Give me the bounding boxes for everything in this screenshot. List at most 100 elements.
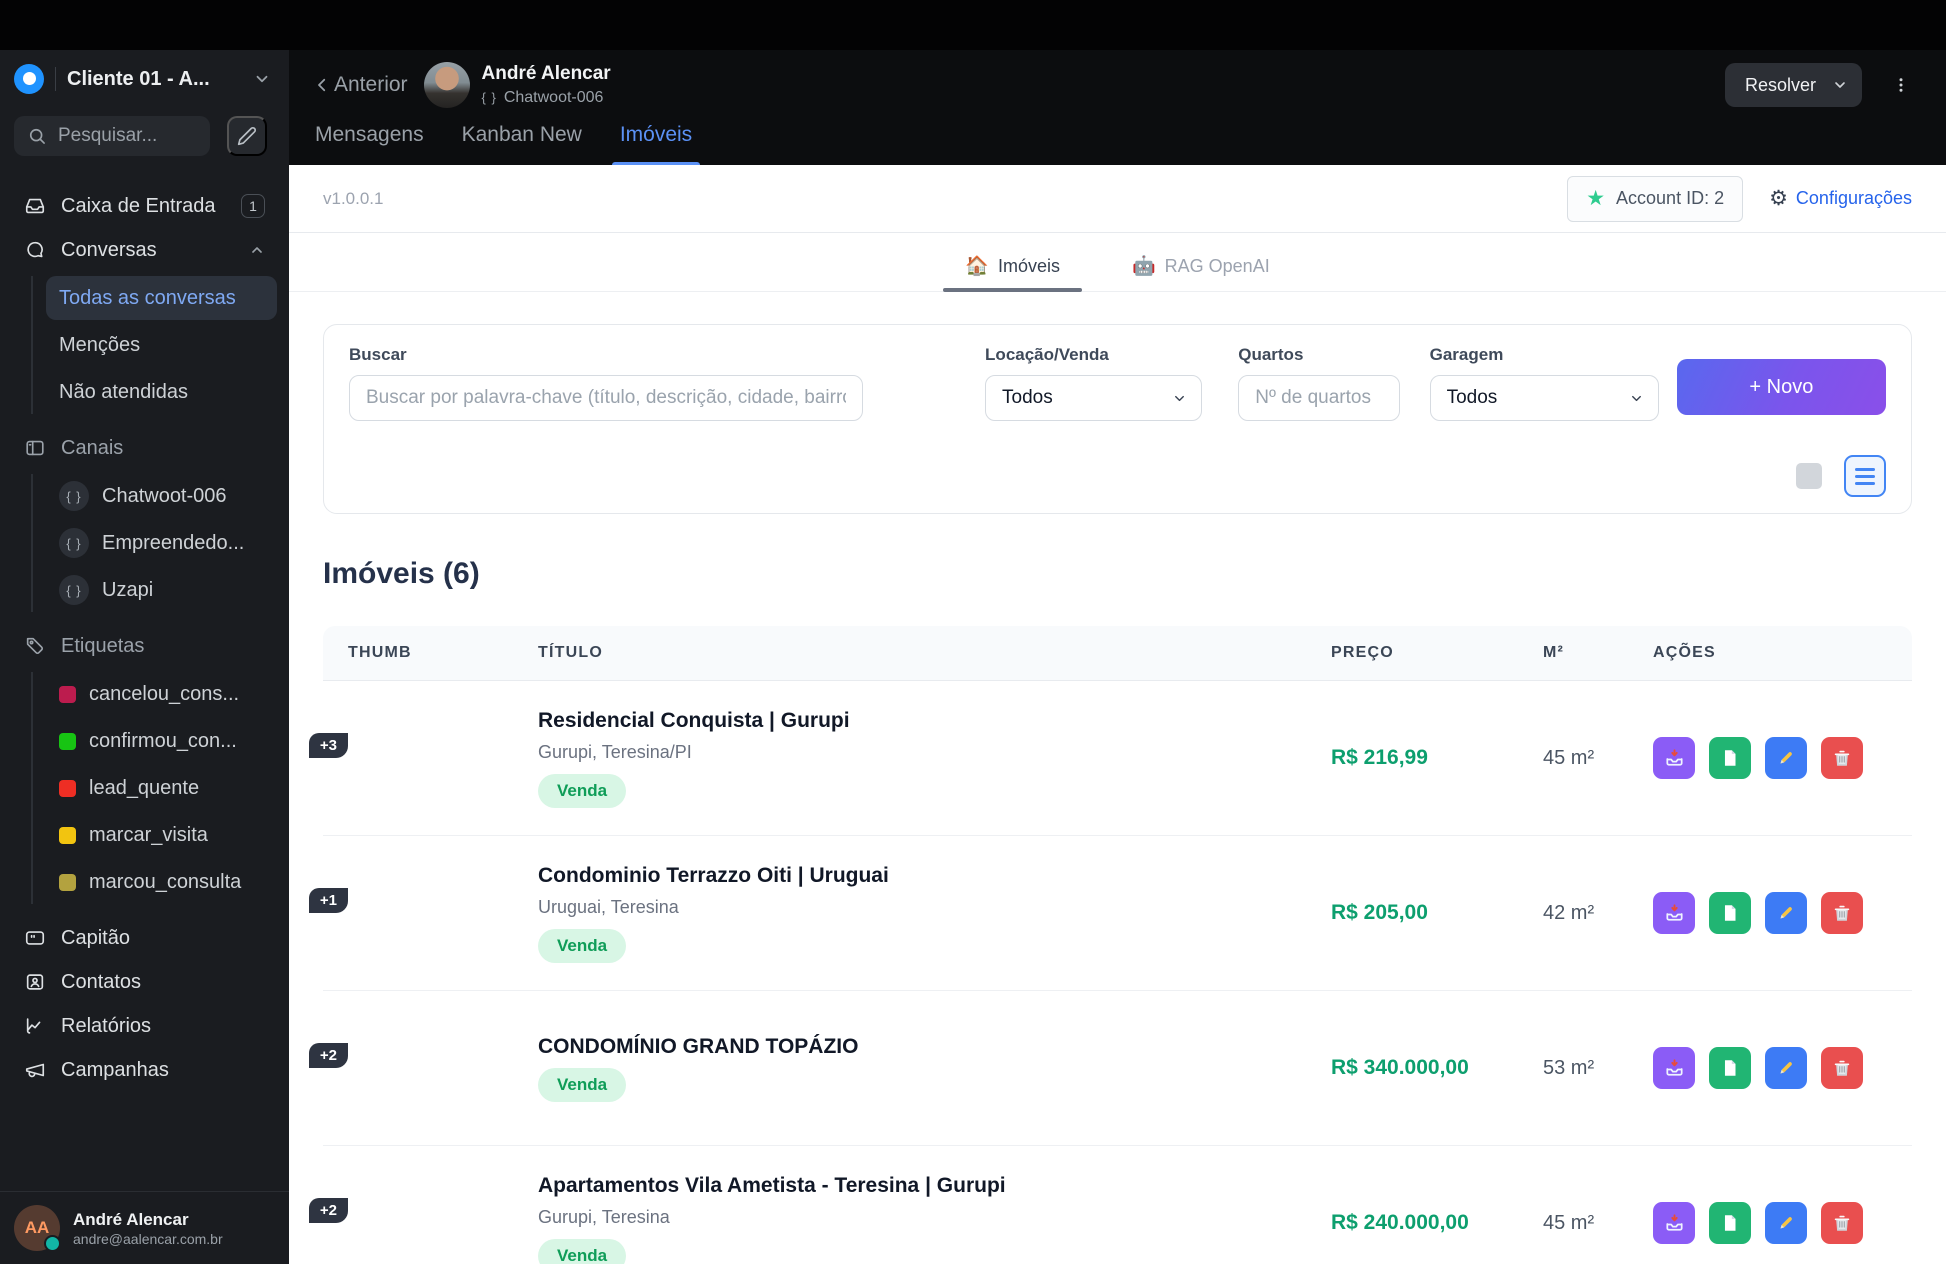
contact-card-icon xyxy=(24,971,46,993)
label-color-swatch xyxy=(59,686,76,703)
property-area: 45 m² xyxy=(1543,1212,1653,1235)
property-location: Gurupi, Teresina xyxy=(538,1207,1331,1228)
sidebar-item-contatos[interactable]: Contatos xyxy=(12,960,277,1004)
row-actions xyxy=(1653,1047,1887,1089)
row-actions xyxy=(1653,892,1887,934)
panel-tabs: 🏠 Imóveis 🤖 RAG OpenAI xyxy=(289,233,1946,292)
grid-view-button[interactable] xyxy=(1796,463,1822,489)
sidebar-item-nao-atendidas[interactable]: Não atendidas xyxy=(46,370,277,414)
panel-tab-rag-openai[interactable]: 🤖 RAG OpenAI xyxy=(1110,246,1292,291)
document-action-button[interactable] xyxy=(1709,737,1751,779)
table-row: +2 CONDOMÍNIO GRAND TOPÁZIO Venda R$ 340… xyxy=(323,991,1912,1146)
view-toggles xyxy=(349,455,1886,497)
label-color-swatch xyxy=(59,780,76,797)
sidebar-item-todas-conversas[interactable]: Todas as conversas xyxy=(46,276,277,320)
property-title: Apartamentos Vila Ametista - Teresina | … xyxy=(538,1174,1331,1198)
sidebar-section-canais[interactable]: Canais xyxy=(12,426,277,470)
compose-button[interactable] xyxy=(227,116,267,156)
pencil-icon xyxy=(237,126,257,146)
inbox-action-button[interactable] xyxy=(1653,892,1695,934)
edit-action-button[interactable] xyxy=(1765,892,1807,934)
tab-imoveis[interactable]: Imóveis xyxy=(620,120,692,165)
contact-avatar[interactable] xyxy=(424,62,470,108)
conversation-header: Anterior André Alencar { } Chatwoot-006 … xyxy=(289,50,1946,165)
row-actions xyxy=(1653,1202,1887,1244)
channel-label: Uzapi xyxy=(102,579,153,602)
chevron-down-icon xyxy=(1172,391,1187,406)
sidebar-item-capitao[interactable]: Capitão xyxy=(12,916,277,960)
document-action-button[interactable] xyxy=(1709,1202,1751,1244)
back-button[interactable]: Anterior xyxy=(313,73,408,97)
sidebar-item-relatorios[interactable]: Relatórios xyxy=(12,1004,277,1048)
inbox-action-button[interactable] xyxy=(1653,1202,1695,1244)
buscar-input[interactable] xyxy=(349,375,863,421)
sidebar-item-inbox[interactable]: Caixa de Entrada 1 xyxy=(12,184,277,228)
tab-kanban-new[interactable]: Kanban New xyxy=(462,120,582,165)
edit-action-button[interactable] xyxy=(1765,1202,1807,1244)
delete-action-button[interactable] xyxy=(1821,1047,1863,1089)
column-preco: PREÇO xyxy=(1331,644,1543,662)
label-text: confirmou_con... xyxy=(89,730,237,753)
property-price: R$ 240.000,00 xyxy=(1331,1211,1543,1235)
code-braces-icon: { } xyxy=(59,481,89,511)
house-icon: 🏠 xyxy=(965,254,989,278)
sidebar-item-mencoes[interactable]: Menções xyxy=(46,323,277,367)
gear-icon: ⚙ xyxy=(1769,188,1788,209)
locacao-select[interactable]: Todos xyxy=(985,375,1202,421)
sidebar-item-conversas[interactable]: Conversas xyxy=(12,228,277,272)
contact-meta: André Alencar { } Chatwoot-006 xyxy=(482,63,611,107)
inbox-count-badge: 1 xyxy=(241,194,265,218)
panel-tab-imoveis[interactable]: 🏠 Imóveis xyxy=(943,246,1082,291)
sidebar-label-marcar-visita[interactable]: marcar_visita xyxy=(46,813,277,857)
sidebar-item-label: Capitão xyxy=(61,927,265,950)
column-titulo: TÍTULO xyxy=(538,644,1331,662)
quartos-input[interactable] xyxy=(1238,375,1399,421)
tab-mensagens[interactable]: Mensagens xyxy=(315,120,424,165)
document-action-button[interactable] xyxy=(1709,1047,1751,1089)
more-options-button[interactable] xyxy=(1884,68,1918,102)
table-row: +3 Residencial Conquista | Gurupi Gurupi… xyxy=(323,681,1912,836)
delete-action-button[interactable] xyxy=(1821,892,1863,934)
delete-action-button[interactable] xyxy=(1821,737,1863,779)
chevron-down-icon[interactable] xyxy=(1832,77,1848,93)
search-input[interactable]: Pesquisar... xyxy=(14,116,210,156)
sidebar-channel-chatwoot[interactable]: { } Chatwoot-006 xyxy=(46,474,277,518)
column-m2: M² xyxy=(1543,644,1653,662)
sidebar-channel-uzapi[interactable]: { } Uzapi xyxy=(46,568,277,612)
sidebar-label-cancelou[interactable]: cancelou_cons... xyxy=(46,672,277,716)
sidebar-item-label: Caixa de Entrada xyxy=(61,195,226,218)
document-action-button[interactable] xyxy=(1709,892,1751,934)
panel-topbar: v1.0.0.1 ★ Account ID: 2 ⚙ Configurações xyxy=(289,165,1946,233)
user-email: andre@aalencar.com.br xyxy=(73,1231,223,1247)
property-title: Residencial Conquista | Gurupi xyxy=(538,709,1331,733)
chevron-down-icon xyxy=(253,70,271,88)
sidebar-label-marcou-consulta[interactable]: marcou_consulta xyxy=(46,860,277,904)
list-icon xyxy=(1855,468,1875,471)
sidebar-section-etiquetas[interactable]: Etiquetas xyxy=(12,624,277,668)
resolve-button[interactable]: Resolver xyxy=(1725,63,1862,107)
sidebar-item-campanhas[interactable]: Campanhas xyxy=(12,1048,277,1092)
table-header: THUMB TÍTULO PREÇO M² AÇÕES xyxy=(323,626,1912,681)
new-property-button[interactable]: + Novo xyxy=(1677,359,1886,415)
sidebar-channel-empreendedor[interactable]: { } Empreendedo... xyxy=(46,521,277,565)
settings-link[interactable]: ⚙ Configurações xyxy=(1769,188,1912,209)
delete-action-button[interactable] xyxy=(1821,1202,1863,1244)
sidebar-user-card[interactable]: AA André Alencar andre@aalencar.com.br xyxy=(0,1191,289,1264)
filters-card: Buscar Locação/Venda Todos Quart xyxy=(323,324,1912,514)
sidebar-label-confirmou[interactable]: confirmou_con... xyxy=(46,719,277,763)
panel-tab-label: RAG OpenAI xyxy=(1165,256,1270,277)
list-view-button[interactable] xyxy=(1844,455,1886,497)
panel-tab-label: Imóveis xyxy=(998,256,1060,277)
robot-icon: 🤖 xyxy=(1132,254,1156,278)
sidebar-label-lead-quente[interactable]: lead_quente xyxy=(46,766,277,810)
workspace-switcher[interactable]: Cliente 01 - A... xyxy=(0,50,289,108)
channel-label: Chatwoot-006 xyxy=(102,485,227,508)
inbox-action-button[interactable] xyxy=(1653,737,1695,779)
garagem-select[interactable]: Todos xyxy=(1430,375,1659,421)
property-price: R$ 216,99 xyxy=(1331,746,1543,770)
edit-action-button[interactable] xyxy=(1765,737,1807,779)
inbox-action-button[interactable] xyxy=(1653,1047,1695,1089)
edit-action-button[interactable] xyxy=(1765,1047,1807,1089)
account-id-badge[interactable]: ★ Account ID: 2 xyxy=(1567,176,1743,222)
label-text: lead_quente xyxy=(89,777,199,800)
